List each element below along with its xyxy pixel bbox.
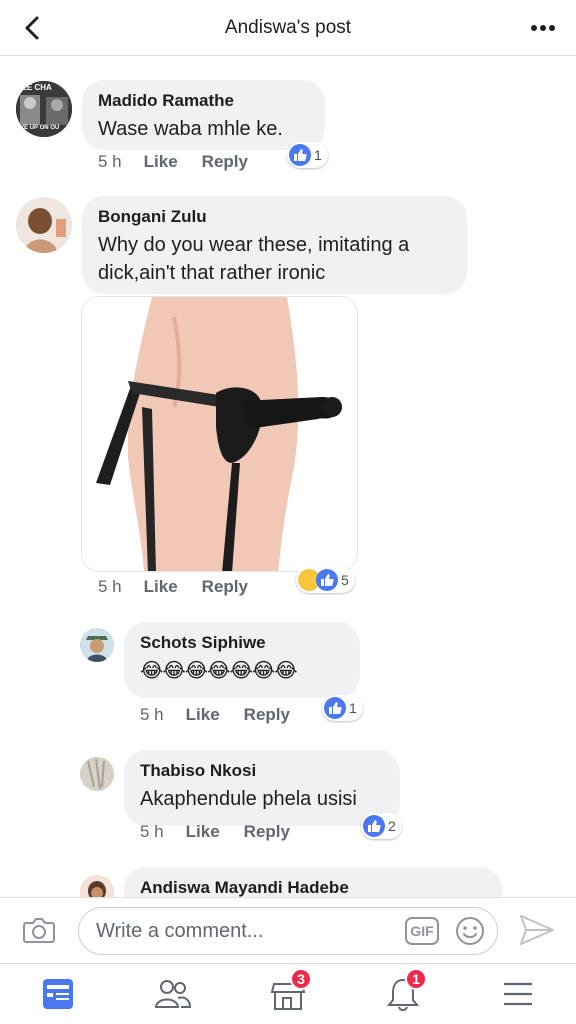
reaction-count[interactable]: 1 (322, 695, 363, 721)
reaction-number: 1 (314, 147, 322, 163)
attached-photo (82, 297, 357, 571)
avatar[interactable] (80, 875, 114, 897)
comment-time[interactable]: 5 h (98, 152, 122, 172)
comment-text: Why do you wear these, imitating a dick,… (98, 234, 410, 284)
like-icon (363, 815, 385, 837)
comment-actions: 5 h Like Reply (98, 577, 272, 597)
news-feed-icon (43, 979, 73, 1009)
avatar[interactable] (80, 757, 114, 791)
page-title: Andiswa's post (224, 16, 352, 38)
reaction-number: 2 (388, 818, 396, 834)
avatar-image (80, 628, 114, 662)
avatar-caption-bottom: VE UP ON OU (20, 125, 60, 131)
like-icon (324, 697, 346, 719)
reply-bubble[interactable]: Schots Siphiwe 😂😂😂😂😂😂😂 (124, 622, 360, 698)
like-button[interactable]: Like (144, 577, 178, 597)
reaction-count[interactable]: 5 (296, 567, 355, 593)
like-icon (316, 569, 338, 591)
comment-author[interactable]: Bongani Zulu (98, 206, 451, 228)
tab-menu[interactable] (498, 974, 538, 1014)
comment-bubble[interactable]: Bongani Zulu Why do you wear these, imit… (82, 196, 467, 294)
avatar-caption-top: LE CHA (22, 83, 52, 92)
reply-author[interactable]: Schots Siphiwe (140, 632, 344, 654)
reply-button[interactable]: Reply (202, 152, 248, 172)
notifications-badge: 1 (405, 968, 427, 990)
comment-image[interactable] (81, 296, 358, 572)
tab-bar: 3 1 (0, 963, 576, 1024)
like-icon (289, 144, 311, 166)
avatar[interactable] (16, 197, 72, 253)
menu-icon (504, 982, 532, 1006)
reply-bubble[interactable]: Andiswa Mayandi Hadebe (124, 867, 502, 897)
comments-list: LE CHA VE UP ON OU Madido Ramathe Wase w… (0, 57, 576, 897)
avatar-image (80, 757, 114, 791)
avatar[interactable] (80, 628, 114, 662)
reply-text: 😂😂😂😂😂😂😂 (140, 660, 298, 682)
reply-button[interactable]: Reply (244, 705, 290, 725)
friends-icon (154, 980, 192, 1008)
comment-input-placeholder: Write a comment... (96, 919, 264, 942)
comment-text: Wase waba mhle ke. (98, 118, 283, 140)
reply-text: Akaphendule phela usisi (140, 788, 357, 810)
send-icon[interactable] (518, 913, 556, 947)
like-button[interactable]: Like (186, 822, 220, 842)
reaction-count[interactable]: 2 (361, 813, 402, 839)
comment-actions: 5 h Like Reply (98, 152, 272, 172)
reply-button[interactable]: Reply (202, 577, 248, 597)
tab-notifications[interactable]: 1 (383, 968, 427, 1014)
reaction-number: 5 (341, 572, 349, 588)
reply-author[interactable]: Thabiso Nkosi (140, 760, 384, 782)
like-button[interactable]: Like (186, 705, 220, 725)
comment-composer: Write a comment... GIF (0, 897, 576, 963)
reaction-count[interactable]: 1 (287, 142, 328, 168)
reply-bubble[interactable]: Thabiso Nkosi Akaphendule phela usisi (124, 750, 400, 826)
reply-actions: 5 h Like Reply (140, 822, 314, 842)
comment-bubble[interactable]: Madido Ramathe Wase waba mhle ke. (82, 80, 325, 150)
reply-time[interactable]: 5 h (140, 822, 164, 842)
marketplace-badge: 3 (290, 968, 312, 990)
avatar[interactable]: LE CHA VE UP ON OU (16, 81, 72, 137)
like-button[interactable]: Like (144, 152, 178, 172)
gif-icon[interactable]: GIF (405, 917, 439, 945)
comment-time[interactable]: 5 h (98, 577, 122, 597)
reply-actions: 5 h Like Reply (140, 705, 314, 725)
reply-author[interactable]: Andiswa Mayandi Hadebe (140, 877, 486, 897)
avatar-image (16, 197, 72, 253)
avatar-image (80, 875, 114, 897)
tab-news-feed[interactable] (38, 974, 78, 1014)
more-icon[interactable] (530, 16, 556, 40)
back-icon[interactable] (18, 14, 46, 42)
header: Andiswa's post (0, 0, 576, 56)
tab-friends[interactable] (153, 974, 193, 1014)
gif-label: GIF (410, 923, 434, 939)
comment-author[interactable]: Madido Ramathe (98, 90, 309, 112)
reply-button[interactable]: Reply (244, 822, 290, 842)
reaction-number: 1 (349, 700, 357, 716)
emoji-icon[interactable] (454, 915, 486, 947)
camera-icon[interactable] (22, 914, 56, 946)
app: Andiswa's post LE CHA VE UP ON OU Madido… (0, 0, 576, 1024)
tab-marketplace[interactable]: 3 (268, 968, 312, 1014)
reply-time[interactable]: 5 h (140, 705, 164, 725)
